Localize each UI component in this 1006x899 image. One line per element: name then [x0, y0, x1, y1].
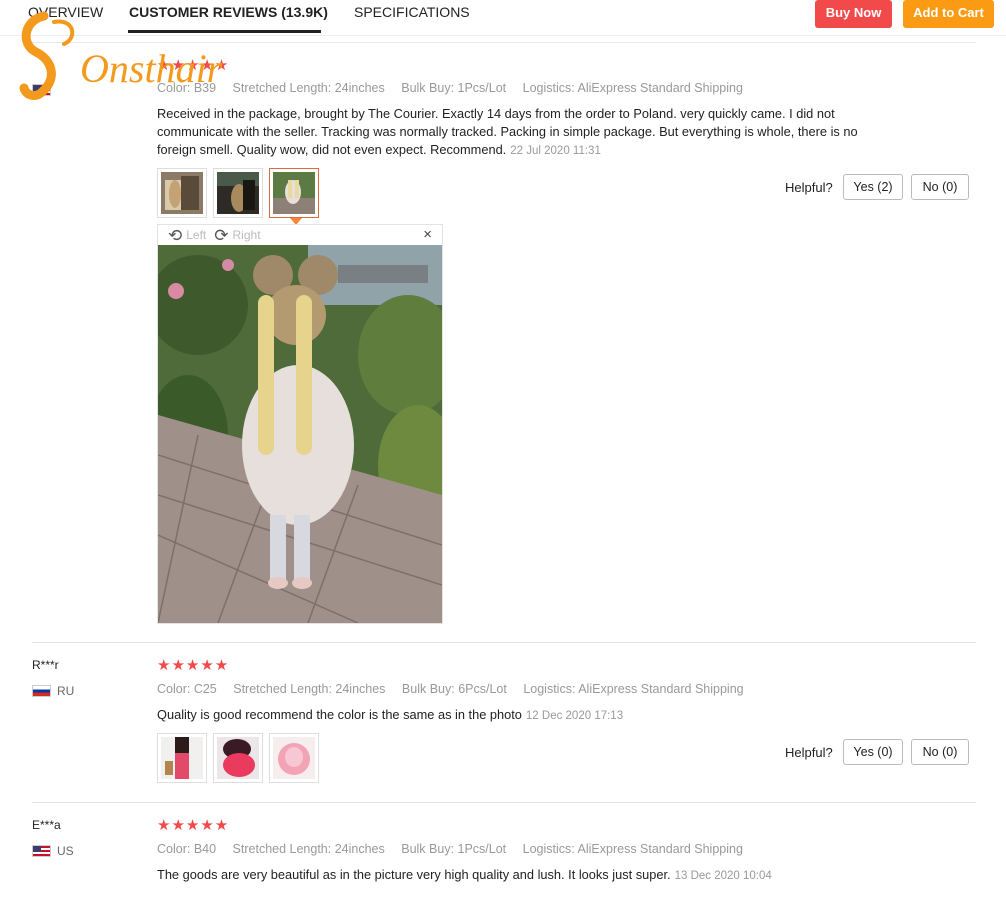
- buy-now-button[interactable]: Buy Now: [815, 0, 892, 28]
- review-date: 22 Jul 2020 11:31: [510, 145, 601, 157]
- review-meta: Color: C25 Stretched Length: 24inches Bu…: [157, 682, 757, 696]
- helpful-label: Helpful?: [785, 744, 833, 760]
- hair-photo-image: [217, 172, 259, 214]
- hair-photo-image: [273, 737, 315, 779]
- review-photos: [157, 733, 319, 783]
- us-flag-icon: [32, 845, 51, 857]
- meta-logistics: Logistics: AliExpress Standard Shipping: [523, 682, 744, 696]
- review-text: The goods are very beautiful as in the p…: [157, 866, 877, 885]
- meta-color: Color: C25: [157, 682, 217, 696]
- reviewer-name: E***a: [32, 818, 61, 832]
- hair-photo-image: [161, 172, 203, 214]
- rotate-right-icon: ⟳: [214, 225, 229, 245]
- onsthair-logo: Onsthair: [19, 11, 223, 100]
- review-body: Received in the package, brought by The …: [157, 106, 858, 157]
- helpful-yes-button[interactable]: Yes (2): [843, 174, 903, 200]
- review-photo-thumb[interactable]: [213, 168, 263, 218]
- rotate-left-label: Left: [186, 228, 207, 242]
- reviewer-country: US: [32, 844, 74, 858]
- meta-length: Stretched Length: 24inches: [232, 81, 385, 95]
- review-body: Quality is good recommend the color is t…: [157, 707, 522, 722]
- review-date: 13 Dec 2020 10:04: [674, 870, 772, 882]
- hair-photo-image: [161, 737, 203, 779]
- divider: [32, 642, 976, 643]
- review-date: 12 Dec 2020 17:13: [525, 710, 624, 722]
- star-rating: ★★★★★: [157, 817, 230, 834]
- rotate-right-button[interactable]: ⟳ Right: [214, 227, 260, 244]
- tab-specifications[interactable]: SPECIFICATIONS: [354, 4, 470, 20]
- logo-wordmark: Onsthair: [80, 46, 223, 91]
- country-code: US: [57, 844, 74, 858]
- meta-logistics: Logistics: AliExpress Standard Shipping: [522, 842, 743, 856]
- reviewer-country: RU: [32, 684, 74, 698]
- rotate-left-button[interactable]: ⟲ Left: [168, 227, 206, 244]
- meta-bulk: Bulk Buy: 1Pcs/Lot: [401, 842, 507, 856]
- divider: [32, 802, 976, 803]
- helpful-vote: Helpful? Yes (0) No (0): [785, 739, 969, 765]
- meta-color: Color: B40: [157, 842, 217, 856]
- reviewer-name: R***r: [32, 658, 59, 672]
- review-photos: [157, 168, 319, 225]
- photo-viewer-toolbar: ⟲ Left ⟳ Right ×: [158, 225, 442, 245]
- review-photo-thumb[interactable]: [157, 168, 207, 218]
- meta-bulk: Bulk Buy: 1Pcs/Lot: [401, 81, 507, 95]
- add-to-cart-button[interactable]: Add to Cart: [903, 0, 994, 28]
- hair-photo-image: [217, 737, 259, 779]
- meta-logistics: Logistics: AliExpress Standard Shipping: [522, 81, 743, 95]
- country-code: RU: [57, 684, 75, 698]
- review-meta: Color: B39 Stretched Length: 24inches Bu…: [157, 81, 756, 95]
- review-photo-thumb-selected[interactable]: [269, 168, 319, 225]
- rotate-right-label: Right: [232, 228, 261, 242]
- enlarged-review-photo: [158, 245, 442, 623]
- helpful-no-button[interactable]: No (0): [911, 174, 969, 200]
- review-photo-thumb[interactable]: [157, 733, 207, 783]
- meta-bulk: Bulk Buy: 6Pcs/Lot: [401, 682, 507, 696]
- helpful-label: Helpful?: [785, 179, 833, 195]
- hair-photo-image: [273, 172, 315, 214]
- close-icon[interactable]: ×: [423, 225, 432, 245]
- helpful-yes-button[interactable]: Yes (0): [843, 739, 903, 765]
- ru-flag-icon: [32, 685, 51, 697]
- rotate-left-icon: ⟲: [168, 225, 183, 245]
- review-text: Quality is good recommend the color is t…: [157, 706, 877, 725]
- photo-viewer: ⟲ Left ⟳ Right ×: [157, 224, 443, 624]
- helpful-vote: Helpful? Yes (2) No (0): [785, 174, 969, 200]
- review-text: Received in the package, brought by The …: [157, 105, 877, 160]
- review-meta: Color: B40 Stretched Length: 24inches Bu…: [157, 842, 756, 856]
- star-rating: ★★★★★: [157, 657, 230, 674]
- meta-length: Stretched Length: 24inches: [232, 842, 385, 856]
- meta-length: Stretched Length: 24inches: [233, 682, 386, 696]
- review-photo-thumb[interactable]: [213, 733, 263, 783]
- review-photo-thumb[interactable]: [269, 733, 319, 783]
- review-body: The goods are very beautiful as in the p…: [157, 867, 671, 882]
- helpful-no-button[interactable]: No (0): [911, 739, 969, 765]
